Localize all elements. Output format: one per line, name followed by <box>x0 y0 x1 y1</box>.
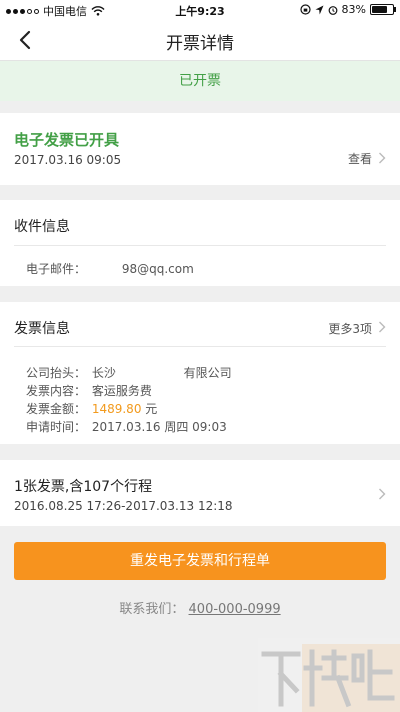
divider <box>14 245 386 246</box>
company-value: 长沙 <box>91 366 116 380</box>
chevron-right-icon <box>378 488 386 500</box>
recipient-section-title: 收件信息 <box>14 219 70 235</box>
company-suffix: 有限公司 <box>183 366 232 380</box>
divider <box>14 346 386 347</box>
more-items-link[interactable]: 更多3项 <box>328 320 372 337</box>
orientation-lock-icon <box>299 4 311 15</box>
contact-label: 联系我们： <box>119 602 185 617</box>
invoice-info-card: 发票信息 更多3项 公司抬头： 长沙 有限公司 发票内容： 客运服务费 发票金额… <box>0 302 400 444</box>
recipient-card: 收件信息 电子邮件： 98@qq.com <box>0 200 400 286</box>
amount-unit: 元 <box>145 402 158 416</box>
status-right: 83% <box>299 3 396 16</box>
content-row: 发票内容： 客运服务费 <box>26 382 152 399</box>
alarm-icon <box>328 5 337 15</box>
company-label: 公司抬头： <box>26 366 87 380</box>
email-label: 电子邮件： <box>26 262 87 276</box>
e-invoice-title: 电子发票已开具 <box>14 131 120 149</box>
view-link[interactable]: 查看 <box>348 150 372 167</box>
invoice-info-title: 发票信息 <box>14 321 70 337</box>
location-icon <box>315 5 324 14</box>
invoice-status-banner: 已开票 <box>0 61 400 101</box>
content-value: 客运服务费 <box>91 384 152 398</box>
apply-time-value: 2017.03.16 周四 09:03 <box>91 420 227 434</box>
apply-time-label: 申请时间： <box>26 420 87 434</box>
watermark-logo <box>258 638 400 712</box>
e-invoice-datetime: 2017.03.16 09:05 <box>14 153 122 167</box>
nav-bar: 开票详情 <box>0 20 400 61</box>
trips-card[interactable]: 1张发票,含107个行程 2016.08.25 17:26-2017.03.13… <box>0 460 400 526</box>
chevron-right-icon[interactable] <box>378 321 386 333</box>
contact-line: 联系我们： 400-000-0999 <box>0 598 400 617</box>
battery-icon <box>370 4 396 15</box>
apply-time-row: 申请时间： 2017.03.16 周四 09:03 <box>26 418 227 435</box>
page-title: 开票详情 <box>166 34 234 54</box>
contact-phone-link[interactable]: 400-000-0999 <box>189 602 281 617</box>
amount-row: 发票金额： 1489.80 元 <box>26 400 157 417</box>
trips-date-range: 2016.08.25 17:26-2017.03.13 12:18 <box>14 499 233 513</box>
amount-value: 1489.80 <box>91 402 142 416</box>
email-value: 98@qq.com <box>121 262 194 276</box>
resend-invoice-button[interactable]: 重发电子发票和行程单 <box>14 542 386 580</box>
battery-percent: 83% <box>341 3 366 16</box>
content-label: 发票内容： <box>26 384 87 398</box>
email-row: 电子邮件： 98@qq.com <box>26 260 194 277</box>
trips-summary: 1张发票,含107个行程 <box>14 479 153 495</box>
company-row: 公司抬头： 长沙 有限公司 <box>26 364 232 381</box>
chevron-right-icon <box>378 152 386 164</box>
e-invoice-card[interactable]: 电子发票已开具 2017.03.16 09:05 查看 <box>0 113 400 185</box>
status-bar: 中国电信 上午9:23 83% <box>0 0 400 20</box>
amount-label: 发票金额： <box>26 402 87 416</box>
